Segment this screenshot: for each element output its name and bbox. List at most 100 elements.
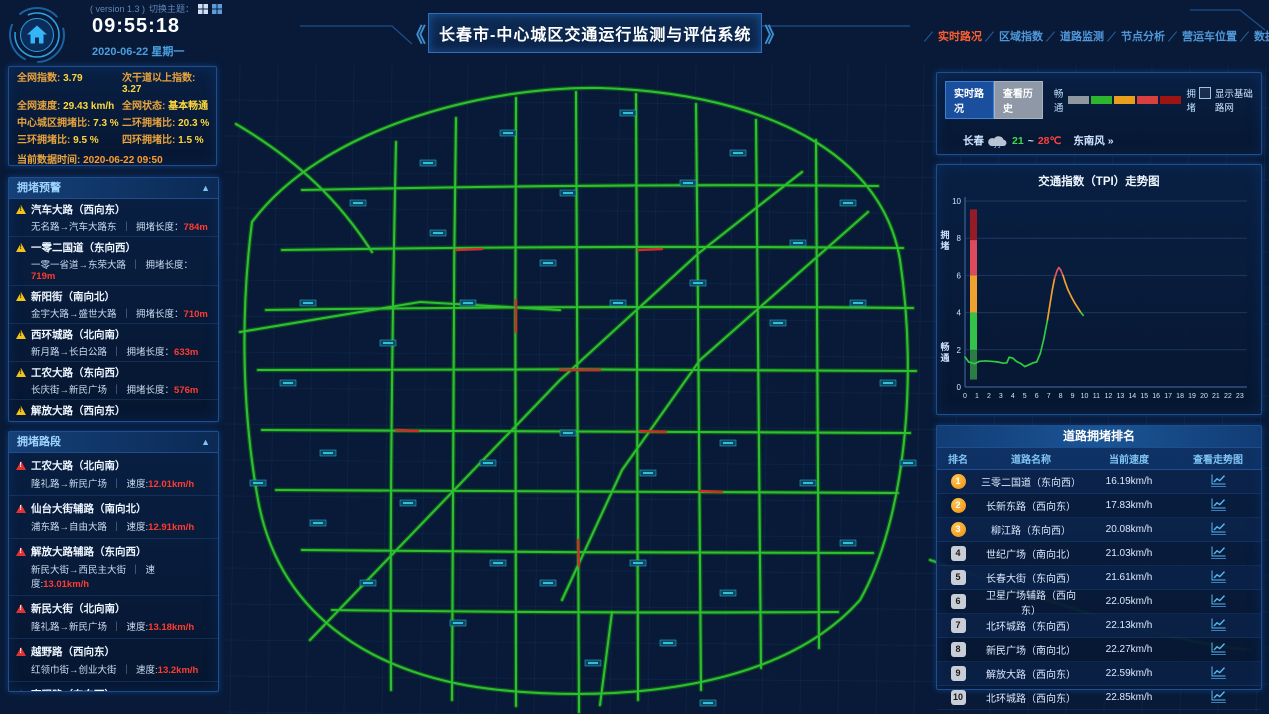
road-condition-panel: 实时路况 查看历史 畅通 拥堵 显示基础路网 长春 21 ~ 28℃ 东南风 »	[936, 72, 1262, 155]
trend-chart-link[interactable]	[1211, 618, 1226, 631]
alert-icon	[16, 547, 26, 556]
svg-text:4: 4	[1011, 393, 1015, 400]
warning-item[interactable]: 工农大路（东向西） 长庆街→新民广场｜拥堵长度：576m	[9, 362, 218, 400]
alert-icon	[16, 690, 26, 691]
warning-icon	[16, 330, 26, 339]
version-label: ( version 1.3 )	[90, 4, 145, 14]
nav-item[interactable]: 道路监测	[1050, 28, 1104, 44]
warning-item[interactable]: 新阳街（南向北） 金宇大路→盛世大路｜拥堵长度：710m	[9, 286, 218, 324]
warning-item[interactable]: 西环城路（北向南） 新月路→长白公路｜拥堵长度：633m	[9, 324, 218, 362]
collapse-icon[interactable]: ▲	[201, 178, 210, 198]
trend-chart-link[interactable]	[1211, 666, 1226, 679]
svg-text:11: 11	[1093, 393, 1100, 400]
svg-text:18: 18	[1176, 393, 1184, 400]
nav-item[interactable]: 数据查询	[1244, 28, 1269, 44]
history-button[interactable]: 查看历史	[994, 81, 1043, 119]
stat-item: 全网指数: 3.79	[17, 73, 122, 95]
warning-item[interactable]: 汽车大路（西向东） 无名路→汽车大路东｜拥堵长度：784m	[9, 199, 218, 237]
road-name: 解放大路（西向东）	[979, 666, 1083, 681]
congestion-item[interactable]: 越野路（西向东） 红领巾街→创业大街｜速度:13.2km/h	[9, 639, 218, 682]
collapse-icon[interactable]: ▲	[201, 432, 210, 452]
congestion-item[interactable]: 工农大路（北向南） 隆礼路→新民广场｜速度:12.01km/h	[9, 453, 218, 496]
theme-swatch-blue[interactable]	[212, 4, 222, 14]
trend-chart-icon	[1211, 642, 1226, 653]
congestion-item[interactable]: 仙台大街辅路（南向北） 浦东路→自由大路｜速度:12.91km/h	[9, 496, 218, 539]
current-speed: 22.13km/h	[1083, 620, 1175, 631]
road-name: 北环城路（西向东）	[979, 690, 1083, 705]
stat-item: 四环拥堵比: 1.5 %	[122, 135, 210, 146]
trend-chart-link[interactable]	[1211, 642, 1226, 655]
svg-text:10: 10	[1081, 393, 1089, 400]
ranking-row[interactable]: 2 长新东路（西向东） 17.83km/h	[937, 494, 1261, 518]
traffic-dashboard: { "header": { "version": "( version 1.3 …	[0, 0, 1269, 714]
svg-text:23: 23	[1236, 393, 1244, 400]
trend-chart-link[interactable]	[1211, 594, 1226, 607]
svg-text:20: 20	[1200, 393, 1208, 400]
ranking-row[interactable]: 10 北环城路（西向东） 22.85km/h	[937, 686, 1261, 710]
nav-item[interactable]: 实时路况	[928, 28, 982, 44]
svg-text:14: 14	[1128, 393, 1136, 400]
svg-text:16: 16	[1152, 393, 1160, 400]
stat-item: 全网速度: 29.43 km/h	[17, 101, 122, 112]
panel-header: 拥堵路段 ▲	[9, 432, 218, 453]
current-speed: 22.85km/h	[1083, 692, 1175, 703]
ranking-row[interactable]: 7 北环城路（东向西） 22.13km/h	[937, 614, 1261, 638]
congestion-item[interactable]: 新民大街（北向南） 隆礼路→新民广场｜速度:13.18km/h	[9, 596, 218, 639]
congestion-item[interactable]: 南阳路（东向西） 和平大街→春城大街｜速度:13.24km/h	[9, 682, 218, 691]
svg-text:4: 4	[957, 309, 962, 318]
svg-text:19: 19	[1188, 393, 1196, 400]
trend-chart-link[interactable]	[1211, 690, 1226, 703]
road-name: 世纪广场（南向北）	[979, 546, 1083, 561]
chart-title: 交通指数（TPI）走势图	[937, 173, 1261, 189]
nav-item[interactable]: 营运车位置	[1172, 28, 1237, 44]
svg-text:8: 8	[1059, 393, 1063, 400]
alert-icon	[16, 604, 26, 613]
alert-icon	[16, 647, 26, 656]
congested-road-segments	[396, 249, 722, 566]
data-time: 当前数据时间: 2020-06-22 09:50	[17, 151, 208, 166]
congested-sections-panel: 拥堵路段 ▲ 工农大路（北向南） 隆礼路→新民广场｜速度:12.01km/h 仙…	[8, 431, 219, 692]
congestion-item[interactable]: 解放大路辅路（东向西） 新民大街→西民主大街｜速度:13.01km/h	[9, 539, 218, 596]
tpi-trend-chart: 0246810012345678910111213141516171819202…	[937, 189, 1261, 413]
city-label: 长春	[963, 133, 984, 148]
app-title-banner: 《 长春市-中心城区交通运行监测与评估系统 》	[404, 12, 710, 54]
current-speed: 22.59km/h	[1083, 668, 1175, 679]
svg-text:1: 1	[975, 393, 979, 400]
page-title: 长春市-中心城区交通运行监测与评估系统	[428, 13, 762, 53]
trend-chart-link[interactable]	[1211, 498, 1226, 511]
nav-item[interactable]: 区域指数	[989, 28, 1043, 44]
show-base-network-checkbox[interactable]: 显示基础路网	[1199, 86, 1253, 114]
congestion-warning-panel: 拥堵预警 ▲ 汽车大路（西向东） 无名路→汽车大路东｜拥堵长度：784m 一零二…	[8, 177, 219, 422]
trend-chart-icon	[1211, 498, 1226, 509]
current-speed: 21.03km/h	[1083, 548, 1175, 559]
legend-swatch	[1068, 96, 1089, 104]
ranking-row[interactable]: 3 柳江路（东向西） 20.08km/h	[937, 518, 1261, 542]
warning-item[interactable]: 一零二国道（东向西） 一零一省道→东荣大路｜拥堵长度：719m	[9, 237, 218, 286]
trend-chart-link[interactable]	[1211, 546, 1226, 559]
ranking-row[interactable]: 9 解放大路（西向东） 22.59km/h	[937, 662, 1261, 686]
svg-text:通: 通	[940, 352, 949, 363]
svg-text:2: 2	[987, 393, 991, 400]
road-name: 长新东路（西向东）	[979, 498, 1083, 513]
svg-text:堵: 堵	[940, 240, 949, 251]
current-speed: 21.61km/h	[1083, 572, 1175, 583]
realtime-button[interactable]: 实时路况	[945, 81, 994, 119]
ranking-row[interactable]: 8 新民广场（南向北） 22.27km/h	[937, 638, 1261, 662]
theme-swatch-light[interactable]	[198, 4, 208, 14]
trend-chart-icon	[1211, 522, 1226, 533]
warning-item[interactable]: 解放大路（西向东） 建设街→万宝街｜拥堵长度：459m	[9, 400, 218, 421]
home-logo[interactable]	[8, 6, 66, 64]
ranking-row[interactable]: 4 世纪广场（南向北） 21.03km/h	[937, 542, 1261, 566]
checkbox-box[interactable]	[1199, 87, 1211, 99]
trend-chart-link[interactable]	[1211, 474, 1226, 487]
trend-chart-link[interactable]	[1211, 570, 1226, 583]
road-name: 新民广场（南向北）	[979, 642, 1083, 657]
weather-bar[interactable]: 长春 21 ~ 28℃ 东南风 »	[963, 133, 1253, 148]
ranking-row[interactable]: 6 卫星广场辅路（西向东） 22.05km/h	[937, 590, 1261, 614]
nav-item[interactable]: 节点分析	[1111, 28, 1165, 44]
ranking-row[interactable]: 1 三零二国道（东向西） 16.19km/h	[937, 470, 1261, 494]
trend-chart-link[interactable]	[1211, 522, 1226, 535]
version-theme-bar: ( version 1.3 ) 切换主题：	[90, 2, 222, 15]
clock: 09:55:18	[92, 15, 180, 38]
svg-text:拥: 拥	[940, 229, 949, 240]
